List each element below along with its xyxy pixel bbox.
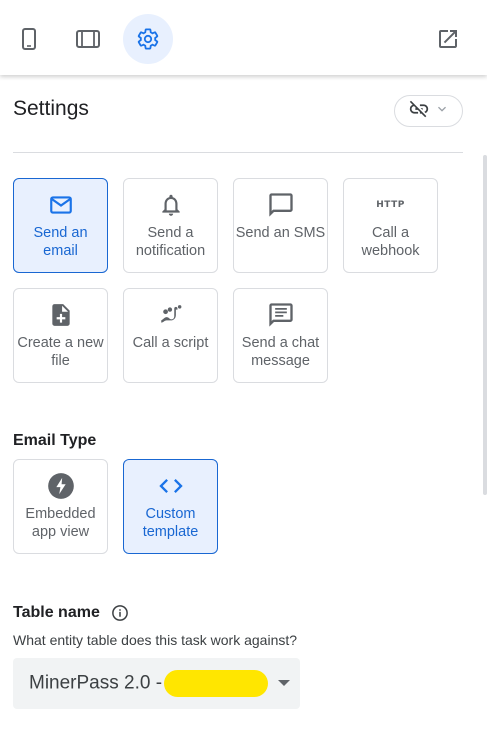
tablet-icon	[75, 27, 101, 51]
table-helper-text: What entity table does this task work ag…	[13, 632, 298, 648]
http-icon: HTTP	[376, 200, 405, 210]
chat-icon	[267, 301, 295, 329]
table-name-label: Table name	[13, 604, 100, 621]
table-value-text: MinerPass 2.0 -	[29, 672, 163, 694]
dropdown-caret-icon	[278, 680, 290, 686]
bolt-icon	[47, 472, 75, 500]
action-label: Send an SMS	[235, 225, 326, 241]
action-label: Create a new file	[17, 335, 104, 369]
settings-panel: Settings Send an email Send a notificati…	[0, 75, 487, 741]
divider	[13, 152, 463, 153]
open-in-new-button[interactable]	[423, 14, 473, 64]
action-call-webhook[interactable]: HTTP Call a webhook	[343, 178, 438, 273]
open-in-new-icon	[436, 27, 460, 51]
redaction-mark	[164, 670, 269, 697]
action-label: Call a webhook	[361, 225, 420, 259]
mail-icon	[47, 191, 75, 219]
option-label: Custom template	[142, 506, 199, 540]
action-send-sms[interactable]: Send an SMS	[233, 178, 328, 273]
email-type-custom-template[interactable]: Custom template	[123, 459, 218, 554]
table-select-value: MinerPass 2.0 -	[29, 670, 269, 697]
action-label: Send a notification	[135, 225, 206, 259]
action-send-email[interactable]: Send an email	[13, 178, 108, 273]
action-call-script[interactable]: Call a script	[123, 288, 218, 383]
email-type-label: Email Type	[13, 432, 97, 449]
page-title: Settings	[13, 97, 89, 120]
code-icon	[157, 472, 185, 500]
settings-button[interactable]	[123, 14, 173, 64]
script-icon	[157, 301, 185, 329]
action-label: Call a script	[132, 335, 209, 351]
link-toggle-dropdown[interactable]	[394, 95, 463, 127]
option-label: Embedded app view	[25, 506, 96, 540]
top-toolbar	[0, 0, 487, 75]
bell-icon	[157, 191, 185, 219]
info-icon[interactable]	[111, 604, 129, 627]
table-select[interactable]: MinerPass 2.0 -	[13, 658, 300, 709]
tablet-view-button[interactable]	[63, 14, 113, 64]
scrollbar-thumb[interactable]	[483, 155, 487, 495]
action-send-chat[interactable]: Send a chat message	[233, 288, 328, 383]
gear-icon	[136, 27, 160, 51]
new-file-icon	[47, 301, 75, 329]
link-off-icon	[408, 98, 430, 125]
message-icon	[267, 191, 295, 219]
action-label: Send an email	[33, 225, 88, 259]
action-label: Send a chat message	[241, 335, 320, 369]
action-create-file[interactable]: Create a new file	[13, 288, 108, 383]
action-send-notification[interactable]: Send a notification	[123, 178, 218, 273]
phone-view-button[interactable]	[4, 14, 54, 64]
phone-icon	[17, 27, 41, 51]
email-type-embedded-app-view[interactable]: Embedded app view	[13, 459, 108, 554]
chevron-down-icon	[434, 101, 450, 122]
